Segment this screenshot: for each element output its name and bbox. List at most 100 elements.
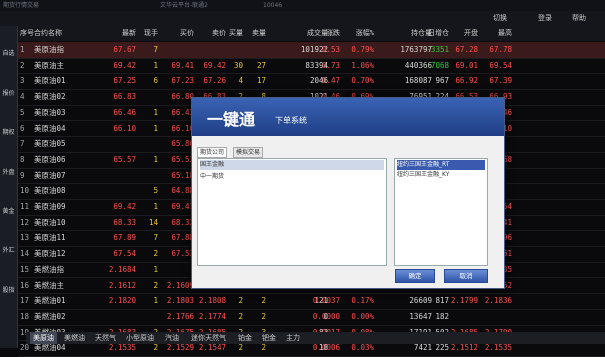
table-cell: 美原油04: [34, 123, 66, 133]
table-cell: 67.23: [171, 76, 194, 86]
table-cell: 0.53: [321, 45, 340, 54]
tab-heating-oil[interactable]: 美燃油: [61, 332, 88, 344]
grid-header: 序号 合约名称 最新 现手 买价 卖价 买量 卖量 成交量 涨跌 涨幅% 持仓量 日增仓 开盘 最高: [18, 26, 605, 41]
tab-gasoline[interactable]: 汽油: [162, 332, 182, 344]
column-header[interactable]: 最新: [104, 26, 136, 41]
confirm-button[interactable]: 确定: [395, 269, 435, 283]
table-cell: 64.88: [171, 186, 194, 196]
table-cell: 69.42: [203, 60, 226, 70]
table-cell: 67.78: [489, 45, 512, 54]
tab-main[interactable]: 主力: [283, 332, 303, 344]
table-cell: 美原油01: [34, 76, 66, 86]
table-cell: 7: [153, 45, 158, 54]
table-row[interactable]: 18 美燃油02 2.1766 2.1774 2 2 0 0.0000 0.00% 13647 18…: [18, 309, 605, 326]
sidebar-item-index[interactable]: 股指: [1, 285, 16, 294]
table-cell: 67.25: [113, 76, 136, 86]
table-cell: 2: [238, 311, 243, 321]
column-header[interactable]: 卖价: [198, 26, 226, 41]
table-cell: 1: [153, 123, 158, 133]
tab-palladium[interactable]: 钯金: [259, 332, 279, 344]
column-header[interactable]: 开盘: [444, 26, 478, 41]
sidebar-item-gold[interactable]: 黄金: [1, 206, 16, 215]
table-cell: 0.00%: [351, 311, 374, 321]
tab-natural-gas[interactable]: 天然气: [92, 332, 119, 344]
table-cell: 2.1612: [108, 280, 136, 290]
table-cell: 66.43: [171, 107, 194, 117]
column-header[interactable]: 卖量: [246, 26, 266, 41]
table-cell: 65.53: [171, 154, 194, 164]
bottom-tabs: 美原油 美燃油 天然气 小型原油 汽油 迷你天然气 铂金 钯金 主力: [26, 332, 605, 344]
table-cell: 美原油07: [34, 170, 66, 180]
broker-item[interactable]: 中一期货: [200, 172, 384, 182]
table-cell: 美原油10: [34, 217, 66, 227]
window-titlebar: 期货行情交易 文华云平台-联通2 10046: [0, 0, 605, 11]
table-cell: 美燃油指: [34, 264, 64, 274]
server-item[interactable]: 纽约三国王金融_KY: [397, 170, 485, 180]
table-cell: 66.46: [113, 107, 136, 117]
table-cell: 68.32: [171, 217, 194, 227]
tab-mini-gas[interactable]: 迷你天然气: [188, 332, 229, 344]
table-cell: 69.54: [489, 60, 512, 70]
table-cell: 69.01: [455, 60, 478, 70]
table-row[interactable]: 2 美原油主 69.42 1 69.41 69.42 30 27 83394 0.73 1.06% 4…: [18, 58, 605, 75]
column-header[interactable]: 涨幅%: [342, 26, 374, 41]
broker-list: 国王金融 中一期货: [197, 158, 387, 266]
table-cell: 66.83: [113, 92, 136, 102]
table-cell: 1.06%: [351, 60, 374, 70]
toolbar: 切换 登录 帮助: [0, 11, 605, 26]
table-cell: 66.92: [455, 76, 478, 86]
toolbar-item-help[interactable]: 帮助: [572, 11, 586, 26]
sidebar-item-forex[interactable]: 外汇: [1, 245, 16, 254]
sidebar-item-watchlist[interactable]: 自选: [1, 48, 16, 57]
table-cell: 2: [238, 296, 243, 306]
sidebar-item-quotes[interactable]: 报价: [1, 88, 16, 97]
table-cell: 69.41: [171, 202, 194, 211]
column-header[interactable]: 买量: [223, 26, 243, 41]
table-cell: 14: [148, 217, 158, 227]
sidebar-item-foreign[interactable]: 外盘: [1, 167, 16, 176]
dialog-subtitle: 下单系统: [275, 116, 307, 125]
table-cell: 0.73: [321, 60, 340, 70]
table-cell: 66.10: [171, 123, 194, 133]
tab-mini-crude[interactable]: 小型原油: [123, 332, 157, 344]
tab-futures-company[interactable]: 期货公司: [197, 147, 228, 158]
table-cell: 67.39: [489, 76, 512, 86]
table-cell: 6: [153, 76, 158, 86]
table-row[interactable]: 3 美原油01 67.25 6 67.23 67.26 4 17 2046 0.47 0.70% 16…: [18, 73, 605, 91]
column-header[interactable]: 涨跌: [308, 26, 340, 41]
table-cell: 65.18: [171, 170, 194, 180]
table-cell: 1: [153, 107, 158, 117]
column-header[interactable]: 最高: [478, 26, 512, 41]
cancel-button[interactable]: 取消: [444, 269, 488, 283]
toolbar-item-login[interactable]: 登录: [538, 11, 552, 26]
table-cell: 美原油11: [34, 233, 66, 243]
column-header[interactable]: 买价: [166, 26, 194, 41]
table-cell: 69.42: [113, 60, 136, 70]
table-cell: 2.1609: [166, 280, 194, 290]
server-item[interactable]: 纽约三国王金融_RT: [397, 160, 485, 170]
window-title: 文华云平台-联通2: [160, 2, 208, 9]
sidebar-item-options[interactable]: 期权: [1, 127, 16, 136]
table-cell: 2.1808: [198, 296, 226, 306]
table-cell: 2.1803: [166, 296, 194, 306]
table-cell: 2.1684: [108, 264, 136, 274]
table-row[interactable]: 17 美燃油01 2.1820 1 2.1803 2.1808 2 2 121 0.0037 0.1…: [18, 293, 605, 310]
table-cell: 美燃油主: [34, 280, 64, 290]
table-cell: 1: [153, 264, 158, 274]
column-header[interactable]: 合约名称: [34, 26, 100, 41]
tab-platinum[interactable]: 铂金: [235, 332, 255, 344]
broker-item[interactable]: 国王金融: [200, 160, 384, 170]
table-cell: 65.57: [113, 154, 136, 164]
table-cell: 67.26: [203, 76, 226, 86]
table-cell: 67.28: [455, 45, 478, 54]
table-cell: 2: [153, 249, 158, 259]
column-header[interactable]: 现手: [138, 26, 158, 41]
table-cell: 美原油03: [34, 107, 66, 117]
table-cell: 0.47: [321, 76, 340, 86]
table-cell: 68.33: [113, 217, 136, 227]
tab-crude[interactable]: 美原油: [30, 332, 57, 344]
table-cell: 1: [153, 202, 158, 211]
tab-simulated[interactable]: 模拟交易: [233, 147, 264, 158]
table-row[interactable]: 1 美原油指 67.67 7 101922 0.53 0.79% 1763797 -3351 67…: [18, 42, 605, 59]
toolbar-item-switch[interactable]: 切换: [493, 11, 507, 26]
